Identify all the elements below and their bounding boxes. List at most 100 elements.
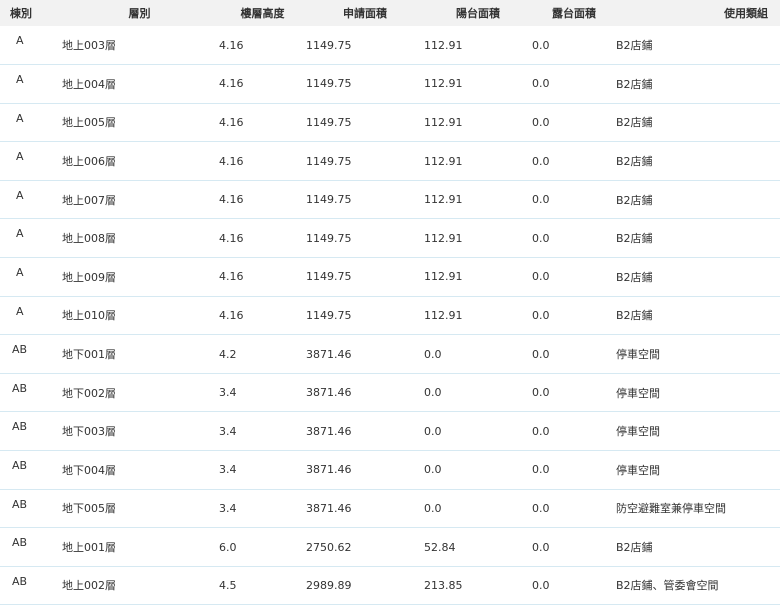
cell-building: A [16, 111, 24, 125]
cell-terrace: 0.0 [532, 540, 550, 554]
cell-area: 3871.46 [306, 386, 352, 400]
table-row: A 地上008層 4.16 1149.75 112.91 0.0 B2店鋪 [0, 219, 780, 258]
cell-floor: 地上003層 [62, 39, 116, 53]
cell-area: 3871.46 [306, 501, 352, 515]
cell-terrace: 0.0 [532, 38, 550, 52]
cell-area: 1149.75 [306, 154, 352, 168]
cell-floor: 地上007層 [62, 193, 116, 207]
cell-building: A [16, 150, 24, 164]
cell-balcony: 112.91 [424, 308, 463, 322]
cell-balcony: 112.91 [424, 154, 463, 168]
cell-floor: 地上005層 [62, 116, 116, 130]
header-use: 使用類組 [724, 7, 768, 20]
cell-use: B2店鋪、管委會空間 [616, 579, 719, 593]
table-row: AB 地下004層 3.4 3871.46 0.0 0.0 停車空間 [0, 451, 780, 490]
cell-height: 3.4 [219, 501, 237, 515]
cell-building: A [16, 73, 24, 87]
cell-use: 防空避難室兼停車空間 [616, 502, 726, 516]
cell-balcony: 112.91 [424, 270, 463, 284]
cell-terrace: 0.0 [532, 463, 550, 477]
cell-use: 停車空間 [616, 463, 660, 477]
cell-balcony: 0.0 [424, 386, 442, 400]
cell-terrace: 0.0 [532, 154, 550, 168]
cell-balcony: 112.91 [424, 231, 463, 245]
cell-building: A [16, 188, 24, 202]
cell-building: AB [12, 497, 28, 511]
cell-balcony: 112.91 [424, 115, 463, 129]
table-row: AB 地上002層 4.5 2989.89 213.85 0.0 B2店鋪、管委會空間 [0, 566, 780, 605]
cell-use: 停車空間 [616, 348, 660, 362]
cell-area: 1149.75 [306, 270, 352, 284]
table-row: A 地上004層 4.16 1149.75 112.91 0.0 B2店鋪 [0, 65, 780, 104]
cell-terrace: 0.0 [532, 193, 550, 207]
cell-use: B2店鋪 [616, 155, 653, 169]
cell-terrace: 0.0 [532, 424, 550, 438]
table-row: AB 地下002層 3.4 3871.46 0.0 0.0 停車空間 [0, 373, 780, 412]
table-body: A 地上003層 4.16 1149.75 112.91 0.0 B2店鋪 A 地上004層 4.… [0, 26, 780, 605]
cell-floor: 地上008層 [62, 232, 116, 246]
cell-area: 1149.75 [306, 38, 352, 52]
table-header-row: 棟別 層別 樓層高度 申請面積 陽台面積 露台面積 使用類組 [0, 0, 780, 26]
cell-height: 4.5 [219, 578, 237, 592]
cell-area: 3871.46 [306, 463, 352, 477]
cell-building: A [16, 227, 24, 241]
cell-use: B2店鋪 [616, 116, 653, 130]
cell-building: AB [12, 536, 28, 550]
cell-height: 4.16 [219, 115, 244, 129]
cell-building: A [16, 34, 24, 47]
cell-floor: 地上002層 [62, 579, 116, 593]
cell-building: A [16, 266, 24, 280]
cell-floor: 地下005層 [62, 502, 116, 516]
cell-balcony: 0.0 [424, 463, 442, 477]
cell-height: 4.16 [219, 77, 244, 91]
table-row: AB 地下003層 3.4 3871.46 0.0 0.0 停車空間 [0, 412, 780, 451]
cell-building: AB [12, 381, 28, 395]
cell-building: AB [12, 574, 28, 588]
cell-terrace: 0.0 [532, 578, 550, 592]
cell-floor: 地上010層 [62, 309, 116, 323]
cell-balcony: 112.91 [424, 193, 463, 207]
table-row: A 地上007層 4.16 1149.75 112.91 0.0 B2店鋪 [0, 180, 780, 219]
cell-terrace: 0.0 [532, 386, 550, 400]
table-row: AB 地下001層 4.2 3871.46 0.0 0.0 停車空間 [0, 335, 780, 374]
header-terrace: 露台面積 [552, 7, 596, 20]
cell-floor: 地下004層 [62, 463, 116, 477]
cell-building: AB [12, 420, 28, 434]
cell-use: B2店鋪 [616, 270, 653, 284]
cell-use: B2店鋪 [616, 193, 653, 207]
cell-area: 3871.46 [306, 347, 352, 361]
cell-height: 4.16 [219, 38, 244, 52]
cell-building: AB [12, 459, 28, 473]
cell-height: 4.16 [219, 231, 244, 245]
cell-balcony: 0.0 [424, 501, 442, 515]
table-row: AB 地下005層 3.4 3871.46 0.0 0.0 防空避難室兼停車空間 [0, 489, 780, 528]
cell-balcony: 112.91 [424, 38, 463, 52]
floor-area-table: 棟別 層別 樓層高度 申請面積 陽台面積 露台面積 使用類組 A 地上003層 4.… [0, 0, 780, 605]
cell-floor: 地下003層 [62, 425, 116, 439]
cell-height: 4.16 [219, 193, 244, 207]
cell-height: 4.2 [219, 347, 237, 361]
cell-balcony: 213.85 [424, 578, 463, 592]
cell-use: B2店鋪 [616, 232, 653, 246]
cell-terrace: 0.0 [532, 347, 550, 361]
cell-area: 2750.62 [306, 540, 352, 554]
cell-area: 3871.46 [306, 424, 352, 438]
cell-floor: 地下002層 [62, 386, 116, 400]
cell-use: B2店鋪 [616, 77, 653, 91]
cell-floor: 地上006層 [62, 155, 116, 169]
header-height: 樓層高度 [240, 7, 285, 20]
cell-building: A [16, 304, 24, 318]
cell-height: 4.16 [219, 308, 244, 322]
cell-terrace: 0.0 [532, 501, 550, 515]
table-row: A 地上005層 4.16 1149.75 112.91 0.0 B2店鋪 [0, 103, 780, 142]
cell-area: 1149.75 [306, 77, 352, 91]
cell-height: 3.4 [219, 424, 237, 438]
cell-terrace: 0.0 [532, 77, 550, 91]
cell-balcony: 0.0 [424, 424, 442, 438]
cell-height: 6.0 [219, 540, 237, 554]
cell-floor: 地上004層 [62, 77, 116, 91]
cell-terrace: 0.0 [532, 308, 550, 322]
cell-area: 1149.75 [306, 193, 352, 207]
cell-area: 1149.75 [306, 231, 352, 245]
cell-height: 4.16 [219, 270, 244, 284]
